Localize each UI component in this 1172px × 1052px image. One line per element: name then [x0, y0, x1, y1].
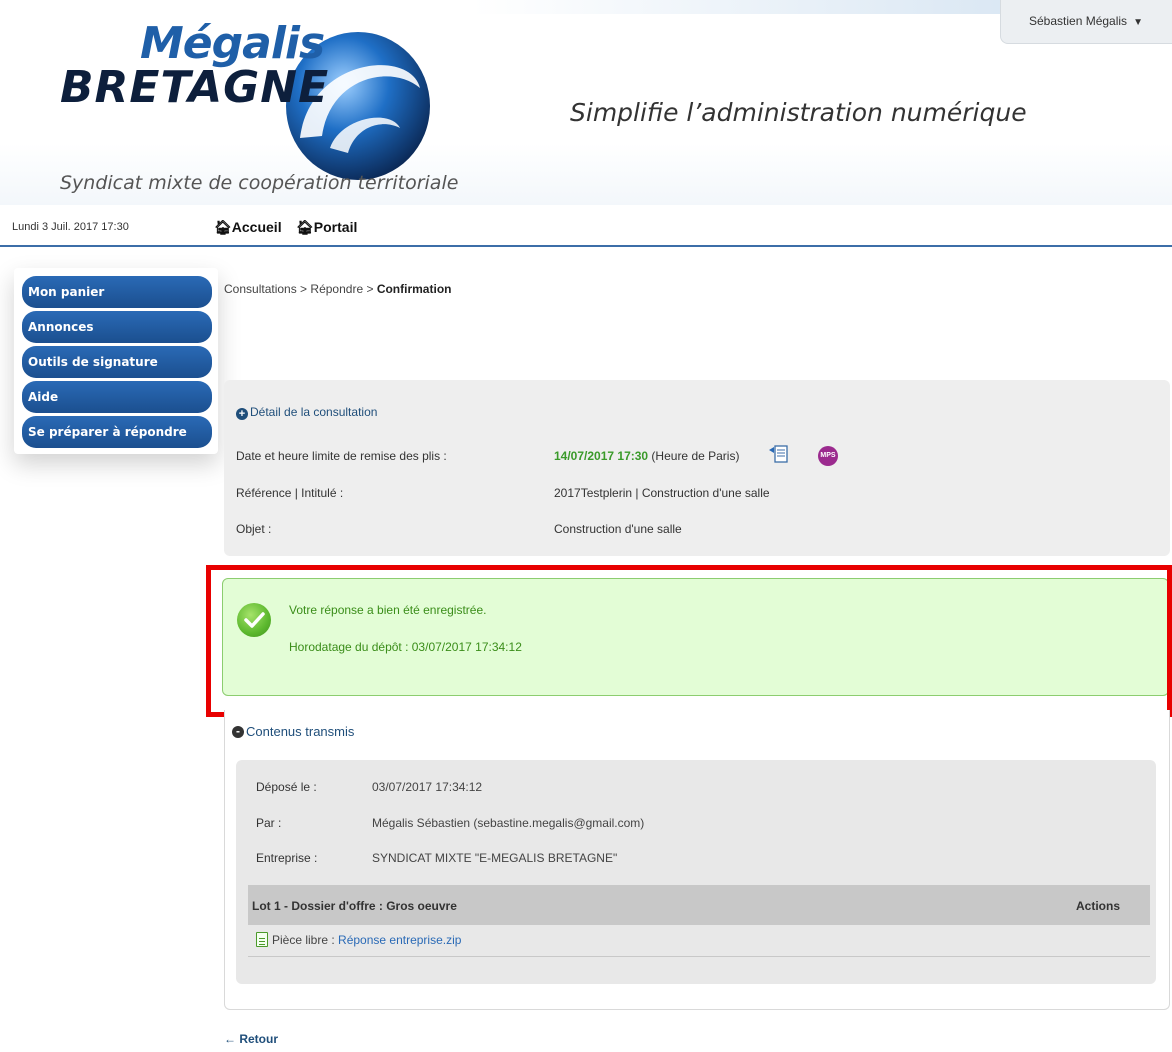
deposit-details-panel: Déposé le : 03/07/2017 17:34:12 Par : Mé…: [236, 760, 1156, 984]
site-tagline: Syndicat mixte de coopération territoria…: [60, 172, 459, 194]
logo-bretagne-text: BRETAGNE: [60, 62, 330, 113]
deadline-value: 14/07/2017 17:30 (Heure de Paris): [554, 449, 739, 463]
sidebar-item-annonces[interactable]: Annonces: [22, 311, 212, 343]
plus-circle-icon: +: [236, 408, 248, 420]
deadline-date: 14/07/2017 17:30: [554, 449, 649, 463]
row-divider: [248, 956, 1150, 957]
minus-circle-icon: -: [232, 725, 244, 738]
file-row: Pièce libre : Réponse entreprise.zip: [256, 932, 461, 947]
file-prefix: Pièce libre :: [272, 933, 339, 947]
entreprise-value: SYNDICAT MIXTE "E-MEGALIS BRETAGNE": [372, 851, 618, 865]
contenus-toggle[interactable]: - Contenus transmis: [232, 724, 354, 739]
breadcrumb: Consultations > Répondre > Confirmation: [224, 282, 451, 296]
document-icon: [256, 932, 268, 947]
sidebar-menu: Mon panier Annonces Outils de signature …: [14, 268, 218, 454]
arrow-left-icon: ←: [224, 1032, 236, 1046]
objet-value: Construction d'une salle: [554, 522, 682, 536]
nav-portail-label: Portail: [313, 219, 358, 235]
breadcrumb-separator: >: [296, 282, 311, 296]
detail-toggle[interactable]: + Détail de la consultation: [236, 405, 377, 420]
contenus-title-label: Contenus transmis: [246, 724, 355, 739]
retour-link[interactable]: ← Retour: [224, 1032, 278, 1046]
sidebar-item-mon-panier[interactable]: Mon panier: [22, 276, 212, 308]
entreprise-label: Entreprise :: [256, 851, 318, 865]
breadcrumb-consultations[interactable]: Consultations: [224, 282, 297, 296]
retour-label: Retour: [239, 1032, 279, 1046]
site-slogan: Simplifie l’administration numérique: [570, 98, 1027, 127]
deadline-timezone: (Heure de Paris): [648, 449, 740, 463]
user-menu[interactable]: Sébastien Mégalis ▼: [1000, 0, 1172, 44]
calendar-export-icon[interactable]: [768, 444, 790, 464]
nav-accueil-link[interactable]: 🏠︎Accueil: [214, 219, 282, 236]
nav-portail-link[interactable]: 🏠︎Portail: [296, 219, 357, 236]
caret-down-icon: ▼: [1133, 17, 1143, 28]
consultation-detail-panel: + Détail de la consultation Date et heure…: [224, 380, 1170, 556]
file-download-link[interactable]: Réponse entreprise.zip: [338, 933, 461, 947]
highlight-frame: [206, 565, 1172, 717]
par-value: Mégalis Sébastien (sebastine.megalis@gma…: [372, 816, 645, 830]
sidebar-item-se-preparer[interactable]: Se préparer à répondre: [22, 416, 212, 448]
top-navigation-bar: Lundi 3 Juil. 2017 17:30 🏠︎Accueil 🏠︎Por…: [0, 205, 1172, 247]
transmitted-content-section: - Contenus transmis Déposé le : 03/07/201…: [224, 702, 1170, 1052]
nav-accueil-label: Accueil: [231, 219, 282, 235]
depose-label: Déposé le :: [256, 780, 317, 794]
par-label: Par :: [256, 816, 282, 830]
actions-column-header: Actions: [1075, 899, 1120, 913]
deadline-label: Date et heure limite de remise des plis …: [236, 449, 447, 463]
site-header: Mégalis BRETAGNE Simplifie l’administrat…: [0, 0, 1172, 205]
reference-value: 2017Testplerin | Construction d'une sall…: [554, 486, 770, 500]
depose-value: 03/07/2017 17:34:12: [372, 780, 483, 794]
sidebar-item-aide[interactable]: Aide: [22, 381, 212, 413]
breadcrumb-current: Confirmation: [376, 282, 452, 296]
reference-label: Référence | Intitulé :: [236, 486, 344, 500]
home-icon: 🏠︎: [296, 219, 314, 235]
objet-label: Objet :: [236, 522, 272, 536]
mps-badge-icon: MPS: [818, 446, 838, 466]
user-name: Sébastien Mégalis: [1029, 14, 1128, 28]
sidebar-item-outils-signature[interactable]: Outils de signature: [22, 346, 212, 378]
lot-table-header: Lot 1 - Dossier d'offre : Gros oeuvre Ac…: [248, 885, 1150, 925]
home-icon: 🏠︎: [214, 219, 232, 235]
lot-title: Lot 1 - Dossier d'offre : Gros oeuvre: [252, 899, 457, 913]
breadcrumb-repondre[interactable]: Répondre: [310, 282, 363, 296]
current-date: Lundi 3 Juil. 2017 17:30: [12, 221, 129, 233]
detail-title-label: Détail de la consultation: [250, 405, 378, 419]
breadcrumb-separator: >: [363, 282, 377, 296]
